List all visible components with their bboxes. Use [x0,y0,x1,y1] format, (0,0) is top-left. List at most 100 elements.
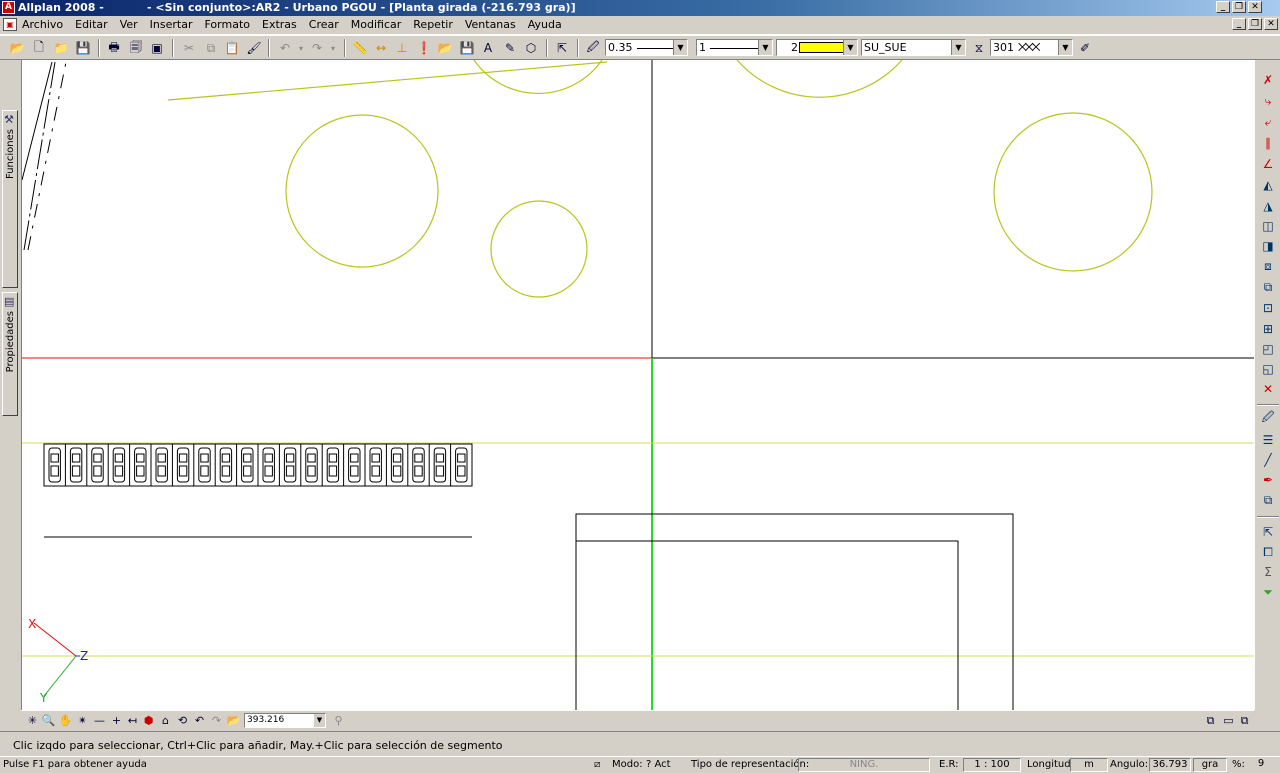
chevron-down-icon[interactable]: ▼ [314,714,325,727]
redo-icon[interactable]: ↷ [309,40,325,56]
menu-archivo[interactable]: Archivo [22,16,69,34]
saved-view-icon[interactable]: 📂 [226,713,241,728]
doc-minimize-button[interactable]: _ [1232,18,1246,30]
cascade-windows-icon[interactable]: ⧉ [1237,713,1252,728]
open-file-icon[interactable]: 📁 [53,40,69,56]
layout-icon[interactable]: ▣ [149,40,165,56]
rotate-icon[interactable]: ∠ [1260,156,1276,172]
new-file-icon[interactable]: 🗋 [31,40,47,56]
help-pointer-icon[interactable]: ⇱ [554,40,570,56]
open-drawing-icon[interactable]: 📂 [437,40,453,56]
angle-field[interactable]: 36.793 [1149,758,1191,772]
info-icon[interactable]: ❗ [416,40,432,56]
pen-icon[interactable]: ✒ [1260,472,1276,488]
layers-icon[interactable]: ⧉ [1260,492,1276,508]
join-icon[interactable]: ⧉ [1260,279,1276,295]
zoom-previous-icon[interactable]: ↤ [125,713,140,728]
filter-select-icon[interactable]: ⧠ [1260,544,1276,560]
zoom-window-icon[interactable]: 🔍 [41,713,56,728]
sum-icon[interactable]: Σ [1260,564,1276,580]
delete-icon[interactable]: ✗ [1260,72,1276,88]
chevron-down-icon[interactable]: ▼ [673,40,687,55]
pan-icon[interactable]: ✋ [58,713,73,728]
text-icon[interactable]: A [480,40,496,56]
lines-icon[interactable]: ☰ [1260,432,1276,448]
trim-icon[interactable]: ◰ [1260,341,1276,357]
print-preview-icon[interactable]: 🗐 [128,40,144,56]
redo-dropdown-icon[interactable]: ▾ [325,40,341,56]
dimension-icon[interactable]: ⊥ [394,40,410,56]
document-icon[interactable]: ▣ [3,18,17,31]
chamfer-icon[interactable]: ⊞ [1260,321,1276,337]
menu-ventanas[interactable]: Ventanas [459,16,522,34]
menu-insertar[interactable]: Insertar [144,16,199,34]
color-select[interactable]: 2 ▼ [776,39,858,56]
percent-field[interactable]: 9 [1246,758,1276,772]
render-icon[interactable]: ⬢ [141,713,156,728]
filter-icon[interactable]: ⏷ [1260,584,1276,600]
menu-extras[interactable]: Extras [256,16,303,34]
allplan-app-icon[interactable]: A [2,1,15,14]
offset-icon[interactable]: ⤶ [1260,114,1276,130]
chevron-down-icon[interactable]: ▼ [951,40,965,55]
regen-icon[interactable]: ✴ [75,713,90,728]
layer-select[interactable]: SU_SUE ▼ [861,39,966,56]
home-view-icon[interactable]: ⌂ [158,713,173,728]
undo-icon[interactable]: ↶ [277,40,293,56]
format-pen-icon[interactable]: ✐ [1077,40,1093,56]
angle-unit-field[interactable]: gra [1193,758,1227,772]
drawing-svg[interactable]: X Z Y [22,60,1254,710]
tab-propiedades[interactable]: ▤ Propiedades [2,292,18,416]
zoom-all-icon[interactable]: ✳ [25,713,40,728]
pipette-icon[interactable]: 🖉 [585,40,601,56]
menu-repetir[interactable]: Repetir [407,16,459,34]
pen-thickness-select[interactable]: 0.35 ▼ [605,39,688,56]
repr-field[interactable]: NING. [798,758,930,772]
tab-funciones[interactable]: ⚒ Funciones [2,110,18,288]
save-icon[interactable]: 💾 [75,40,91,56]
minimize-button[interactable]: _ [1216,1,1230,13]
mirror-copy-icon[interactable]: ◮ [1260,198,1276,214]
close-button[interactable]: ✕ [1248,1,1262,13]
menu-crear[interactable]: Crear [303,16,345,34]
menu-editar[interactable]: Editar [69,16,114,34]
menu-ver[interactable]: Ver [114,16,144,34]
close-delete-icon[interactable]: ✕ [1260,381,1276,397]
line-icon[interactable]: ╱ [1260,452,1276,468]
distort-icon[interactable]: ◫ [1260,218,1276,234]
restore-button[interactable]: ❐ [1232,1,1246,13]
stretch-icon[interactable]: ◨ [1260,238,1276,254]
print-icon[interactable]: 🖶 [106,40,122,56]
modify-points-icon[interactable]: ⧈ [1260,258,1276,274]
paste-icon[interactable]: 📋 [224,40,240,56]
window-layout-icon[interactable]: ⧉ [1203,713,1218,728]
chevron-down-icon[interactable]: ▼ [1058,40,1072,55]
cut-icon[interactable]: ✂ [181,40,197,56]
save-drawing-icon[interactable]: 💾 [459,40,475,56]
layer-settings-icon[interactable]: ⧖ [971,40,987,56]
line-type-select[interactable]: 1 ▼ [696,39,773,56]
select-icon[interactable]: ⇱ [1260,524,1276,540]
chevron-down-icon[interactable]: ▼ [843,40,857,55]
fillet-icon[interactable]: ⊡ [1260,300,1276,316]
chevron-down-icon[interactable]: ▼ [758,40,772,55]
pin-icon[interactable]: ⚲ [331,713,346,728]
mirror-icon[interactable]: ◭ [1260,177,1276,193]
copy-move-icon[interactable]: ⤷ [1260,93,1276,109]
open-project-icon[interactable]: 📂 [9,40,25,56]
modify-icon[interactable]: ✎ [502,40,518,56]
undo-view-icon[interactable]: ↶ [192,713,207,728]
parallel-icon[interactable]: ∥ [1260,135,1276,151]
zoom-combo[interactable]: 393.216 ▼ [244,713,326,728]
scale-field[interactable]: 1 : 100 [963,758,1021,772]
format-painter-icon[interactable]: 🖌 [246,40,262,56]
menu-formato[interactable]: Formato [199,16,257,34]
distance-icon[interactable]: ↔ [373,40,389,56]
zoom-out-icon[interactable]: — [92,713,107,728]
measure-icon[interactable]: 📏 [352,40,368,56]
zoom-in-icon[interactable]: + [109,713,124,728]
split-icon[interactable]: ◱ [1260,361,1276,377]
tile-windows-icon[interactable]: ▭ [1221,713,1236,728]
length-unit-field[interactable]: m [1070,758,1108,772]
undo-dropdown-icon[interactable]: ▾ [293,40,309,56]
